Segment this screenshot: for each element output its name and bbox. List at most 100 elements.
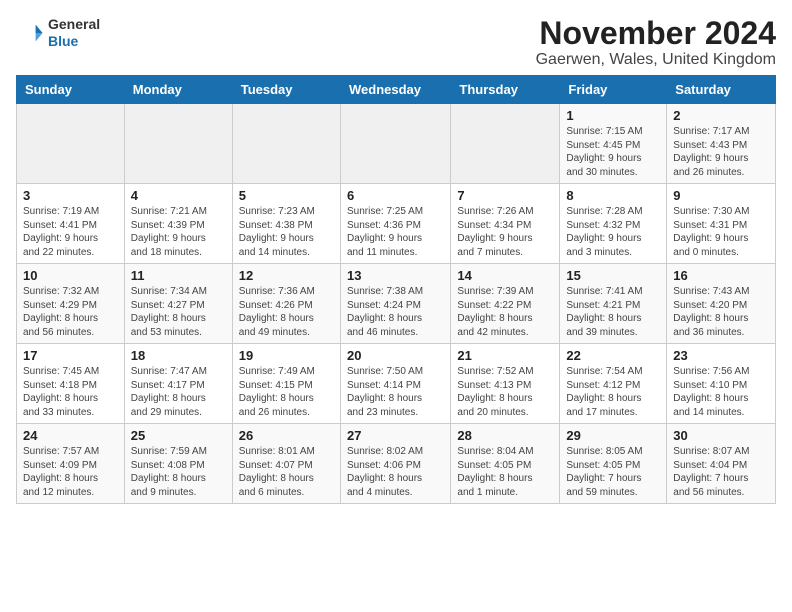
day-number: 9 xyxy=(673,188,769,203)
day-cell: 11 Sunrise: 7:34 AM Sunset: 4:27 PM Dayli… xyxy=(124,264,232,344)
day-number: 22 xyxy=(566,348,660,363)
day-number: 15 xyxy=(566,268,660,283)
day-cell: 6 Sunrise: 7:25 AM Sunset: 4:36 PM Daylig… xyxy=(340,184,450,264)
day-cell: 8Sunrise: 7:28 AM Sunset: 4:32 PM Daylig… xyxy=(560,184,667,264)
day-info: Sunrise: 7:57 AM Sunset: 4:09 PM Dayligh… xyxy=(23,445,118,499)
day-cell: 16 Sunrise: 7:43 AM Sunset: 4:20 PM Dayli… xyxy=(667,264,776,344)
day-number: 1 xyxy=(566,108,660,123)
weekday-header-monday: Monday xyxy=(124,76,232,104)
day-cell: 14 Sunrise: 7:39 AM Sunset: 4:22 PM Dayli… xyxy=(451,264,560,344)
day-cell: 23Sunrise: 7:56 AM Sunset: 4:10 PM Dayli… xyxy=(667,344,776,424)
logo-icon xyxy=(16,19,44,47)
weekday-header-thursday: Thursday xyxy=(451,76,560,104)
day-info: Sunrise: 7:30 AM Sunset: 4:31 PM Dayligh… xyxy=(673,205,769,259)
week-row-2: 3Sunrise: 7:19 AM Sunset: 4:41 PM Daylig… xyxy=(17,184,776,264)
day-number: 20 xyxy=(347,348,444,363)
week-row-4: 17 Sunrise: 7:45 AM Sunset: 4:18 PM Dayli… xyxy=(17,344,776,424)
day-info: Sunrise: 7:50 AM Sunset: 4:14 PM Dayligh… xyxy=(347,365,444,419)
day-info: Sunrise: 7:54 AM Sunset: 4:12 PM Dayligh… xyxy=(566,365,660,419)
day-cell: 29 Sunrise: 8:05 AM Sunset: 4:05 PM Dayli… xyxy=(560,424,667,504)
day-cell: 13 Sunrise: 7:38 AM Sunset: 4:24 PM Dayli… xyxy=(340,264,450,344)
day-info: Sunrise: 8:07 AM Sunset: 4:04 PM Dayligh… xyxy=(673,445,769,499)
day-cell xyxy=(232,104,340,184)
week-row-1: 1 Sunrise: 7:15 AM Sunset: 4:45 PM Daylig… xyxy=(17,104,776,184)
day-number: 3 xyxy=(23,188,118,203)
day-number: 4 xyxy=(131,188,226,203)
day-cell: 25 Sunrise: 7:59 AM Sunset: 4:08 PM Dayli… xyxy=(124,424,232,504)
day-cell: 4Sunrise: 7:21 AM Sunset: 4:39 PM Daylig… xyxy=(124,184,232,264)
day-number: 2 xyxy=(673,108,769,123)
week-row-5: 24Sunrise: 7:57 AM Sunset: 4:09 PM Dayli… xyxy=(17,424,776,504)
day-cell: 12 Sunrise: 7:36 AM Sunset: 4:26 PM Dayli… xyxy=(232,264,340,344)
day-cell: 10Sunrise: 7:32 AM Sunset: 4:29 PM Dayli… xyxy=(17,264,125,344)
day-cell xyxy=(124,104,232,184)
day-info: Sunrise: 7:43 AM Sunset: 4:20 PM Dayligh… xyxy=(673,285,769,339)
day-cell: 21Sunrise: 7:52 AM Sunset: 4:13 PM Dayli… xyxy=(451,344,560,424)
day-cell: 1 Sunrise: 7:15 AM Sunset: 4:45 PM Daylig… xyxy=(560,104,667,184)
day-info: Sunrise: 7:32 AM Sunset: 4:29 PM Dayligh… xyxy=(23,285,118,339)
day-number: 16 xyxy=(673,268,769,283)
day-cell: 24Sunrise: 7:57 AM Sunset: 4:09 PM Dayli… xyxy=(17,424,125,504)
day-number: 27 xyxy=(347,428,444,443)
logo-text: General Blue xyxy=(48,16,100,50)
day-cell: 26Sunrise: 8:01 AM Sunset: 4:07 PM Dayli… xyxy=(232,424,340,504)
day-info: Sunrise: 7:23 AM Sunset: 4:38 PM Dayligh… xyxy=(239,205,334,259)
day-info: Sunrise: 7:26 AM Sunset: 4:34 PM Dayligh… xyxy=(457,205,553,259)
day-info: Sunrise: 8:05 AM Sunset: 4:05 PM Dayligh… xyxy=(566,445,660,499)
day-number: 7 xyxy=(457,188,553,203)
day-info: Sunrise: 7:36 AM Sunset: 4:26 PM Dayligh… xyxy=(239,285,334,339)
day-info: Sunrise: 7:59 AM Sunset: 4:08 PM Dayligh… xyxy=(131,445,226,499)
day-cell: 19 Sunrise: 7:49 AM Sunset: 4:15 PM Dayli… xyxy=(232,344,340,424)
day-number: 25 xyxy=(131,428,226,443)
day-info: Sunrise: 8:01 AM Sunset: 4:07 PM Dayligh… xyxy=(239,445,334,499)
day-info: Sunrise: 8:02 AM Sunset: 4:06 PM Dayligh… xyxy=(347,445,444,499)
day-cell: 3Sunrise: 7:19 AM Sunset: 4:41 PM Daylig… xyxy=(17,184,125,264)
page-header: General Blue November 2024 Gaerwen, Wale… xyxy=(16,16,776,69)
day-number: 29 xyxy=(566,428,660,443)
day-cell xyxy=(451,104,560,184)
day-number: 13 xyxy=(347,268,444,283)
day-info: Sunrise: 7:39 AM Sunset: 4:22 PM Dayligh… xyxy=(457,285,553,339)
day-number: 6 xyxy=(347,188,444,203)
weekday-header-friday: Friday xyxy=(560,76,667,104)
day-info: Sunrise: 7:49 AM Sunset: 4:15 PM Dayligh… xyxy=(239,365,334,419)
day-cell: 5 Sunrise: 7:23 AM Sunset: 4:38 PM Daylig… xyxy=(232,184,340,264)
day-info: Sunrise: 7:38 AM Sunset: 4:24 PM Dayligh… xyxy=(347,285,444,339)
day-info: Sunrise: 7:45 AM Sunset: 4:18 PM Dayligh… xyxy=(23,365,118,419)
day-number: 12 xyxy=(239,268,334,283)
day-number: 14 xyxy=(457,268,553,283)
day-info: Sunrise: 7:15 AM Sunset: 4:45 PM Dayligh… xyxy=(566,125,660,179)
weekday-header-tuesday: Tuesday xyxy=(232,76,340,104)
day-number: 11 xyxy=(131,268,226,283)
day-info: Sunrise: 7:52 AM Sunset: 4:13 PM Dayligh… xyxy=(457,365,553,419)
logo: General Blue xyxy=(16,16,100,50)
day-number: 17 xyxy=(23,348,118,363)
day-number: 23 xyxy=(673,348,769,363)
weekday-header-row: SundayMondayTuesdayWednesdayThursdayFrid… xyxy=(17,76,776,104)
day-cell: 9 Sunrise: 7:30 AM Sunset: 4:31 PM Daylig… xyxy=(667,184,776,264)
day-cell: 18 Sunrise: 7:47 AM Sunset: 4:17 PM Dayli… xyxy=(124,344,232,424)
day-cell xyxy=(340,104,450,184)
day-info: Sunrise: 7:34 AM Sunset: 4:27 PM Dayligh… xyxy=(131,285,226,339)
day-info: Sunrise: 7:28 AM Sunset: 4:32 PM Dayligh… xyxy=(566,205,660,259)
weekday-header-sunday: Sunday xyxy=(17,76,125,104)
day-number: 19 xyxy=(239,348,334,363)
day-number: 5 xyxy=(239,188,334,203)
day-cell: 17 Sunrise: 7:45 AM Sunset: 4:18 PM Dayli… xyxy=(17,344,125,424)
day-cell: 28Sunrise: 8:04 AM Sunset: 4:05 PM Dayli… xyxy=(451,424,560,504)
title-area: November 2024 Gaerwen, Wales, United Kin… xyxy=(536,16,776,69)
day-number: 28 xyxy=(457,428,553,443)
day-cell: 22 Sunrise: 7:54 AM Sunset: 4:12 PM Dayli… xyxy=(560,344,667,424)
day-cell: 27 Sunrise: 8:02 AM Sunset: 4:06 PM Dayli… xyxy=(340,424,450,504)
day-cell: 20 Sunrise: 7:50 AM Sunset: 4:14 PM Dayli… xyxy=(340,344,450,424)
week-row-3: 10Sunrise: 7:32 AM Sunset: 4:29 PM Dayli… xyxy=(17,264,776,344)
day-info: Sunrise: 7:47 AM Sunset: 4:17 PM Dayligh… xyxy=(131,365,226,419)
day-info: Sunrise: 7:25 AM Sunset: 4:36 PM Dayligh… xyxy=(347,205,444,259)
weekday-header-wednesday: Wednesday xyxy=(340,76,450,104)
day-info: Sunrise: 7:17 AM Sunset: 4:43 PM Dayligh… xyxy=(673,125,769,179)
day-cell: 7 Sunrise: 7:26 AM Sunset: 4:34 PM Daylig… xyxy=(451,184,560,264)
day-cell: 30Sunrise: 8:07 AM Sunset: 4:04 PM Dayli… xyxy=(667,424,776,504)
day-cell: 15Sunrise: 7:41 AM Sunset: 4:21 PM Dayli… xyxy=(560,264,667,344)
day-number: 18 xyxy=(131,348,226,363)
calendar-table: SundayMondayTuesdayWednesdayThursdayFrid… xyxy=(16,75,776,504)
